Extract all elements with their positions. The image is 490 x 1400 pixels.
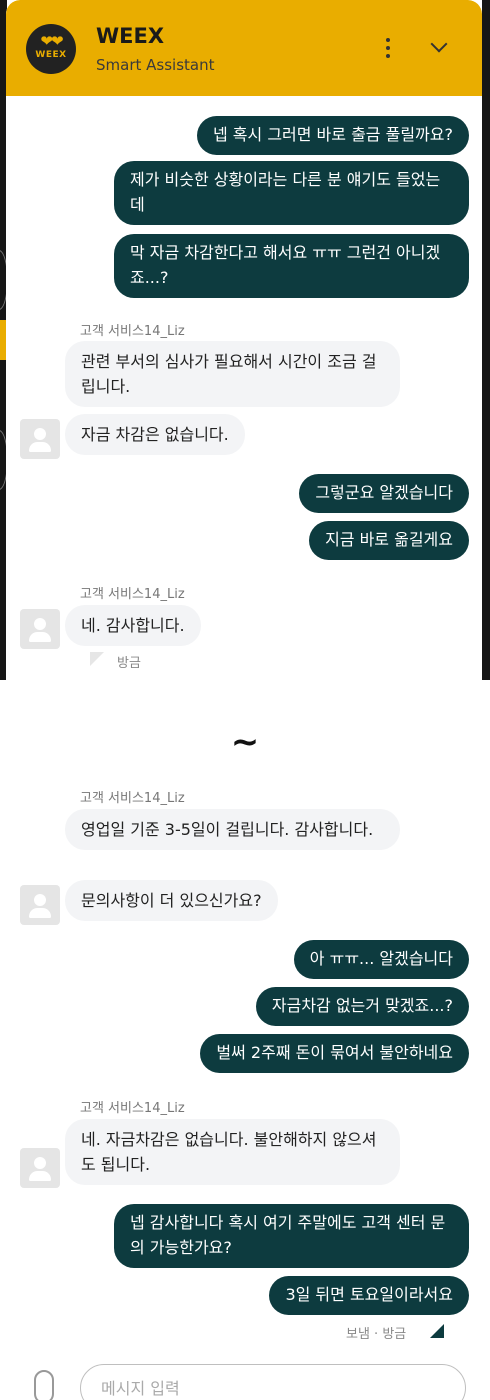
agent-name: 고객 서비스14_Liz xyxy=(80,791,185,806)
agent-avatar xyxy=(20,885,60,925)
incoming-message: 문의사항이 더 있으신가요? xyxy=(65,880,278,921)
logo-mark-icon: ❤❤ xyxy=(40,32,63,50)
more-options-button[interactable] xyxy=(374,34,402,66)
agent-avatar xyxy=(20,1148,60,1188)
incoming-message: 네. 자금차감은 없습니다. 불안해하지 않으셔도 됩니다. xyxy=(65,1119,400,1185)
agent-avatar xyxy=(20,609,60,649)
agent-name: 고객 서비스14_Liz xyxy=(80,587,185,602)
screenshot-separator: ~ xyxy=(230,722,260,762)
outgoing-message: 벌써 2주째 돈이 묶여서 불안하네요 xyxy=(200,1034,469,1073)
outgoing-message: 아 ㅠㅠ... 알겠습니다 xyxy=(293,940,469,979)
more-vertical-icon xyxy=(374,38,402,58)
chat-subtitle: Smart Assistant xyxy=(96,56,215,74)
outgoing-message: 넵 혹시 그러면 바로 출금 풀릴까요? xyxy=(196,116,469,155)
message-timestamp: 방금 xyxy=(117,656,141,671)
chevron-down-icon xyxy=(430,35,448,53)
outgoing-message: 막 자금 차감한다고 해서요 ㅠㅠ 그런건 아니겠죠...? xyxy=(114,234,469,298)
outgoing-message: 그렇군요 알겠습니다 xyxy=(299,474,469,513)
outgoing-message: 지금 바로 옮길게요 xyxy=(309,521,469,560)
outgoing-message: 3일 뒤면 토요일이라서요 xyxy=(269,1276,469,1315)
outgoing-message: 넵 감사합니다 혹시 여기 주말에도 고객 센터 문의 가능한가요? xyxy=(114,1204,469,1268)
incoming-message: 자금 차감은 없습니다. xyxy=(65,414,245,455)
chat-window: ❤❤ WEEX WEEX Smart Assistant xyxy=(6,0,482,680)
outgoing-message: 제가 비슷한 상황이라는 다른 분 얘기도 들었는데 xyxy=(114,161,469,225)
attach-button[interactable] xyxy=(34,1370,54,1400)
chat-title: WEEX xyxy=(96,24,165,48)
message-input[interactable] xyxy=(80,1364,466,1400)
background-right xyxy=(482,0,490,680)
outgoing-message: 자금차감 없는거 맞겠죠...? xyxy=(255,987,469,1026)
message-tail xyxy=(430,1324,444,1338)
logo-text: WEEX xyxy=(35,50,67,60)
collapse-button[interactable] xyxy=(426,32,456,62)
agent-name: 고객 서비스14_Liz xyxy=(80,1101,185,1116)
brand-logo: ❤❤ WEEX xyxy=(26,24,76,74)
incoming-message: 관련 부서의 심사가 필요해서 시간이 조금 걸립니다. xyxy=(65,341,400,407)
agent-name: 고객 서비스14_Liz xyxy=(80,324,185,339)
chat-header: ❤❤ WEEX WEEX Smart Assistant xyxy=(6,0,482,96)
message-status: 보냄 · 방금 xyxy=(346,1327,407,1342)
agent-avatar xyxy=(20,419,60,459)
message-tail xyxy=(90,652,104,666)
incoming-message: 영업일 기준 3-5일이 걸립니다. 감사합니다. xyxy=(65,809,400,850)
incoming-message: 네. 감사합니다. xyxy=(65,605,201,646)
